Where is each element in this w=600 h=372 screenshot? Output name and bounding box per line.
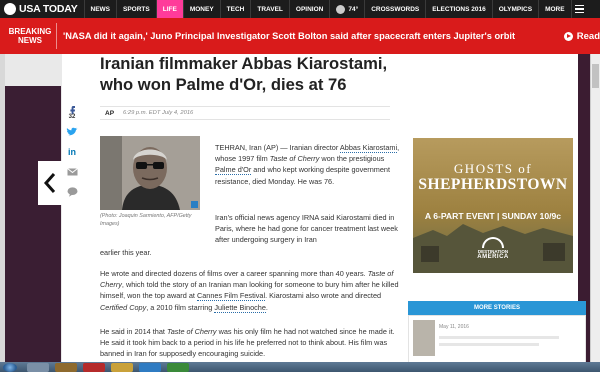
scrollbar-thumb[interactable] — [592, 64, 599, 88]
twitter-icon — [66, 127, 78, 136]
byline: AP 6:29 p.m. EDT July 4, 2016 — [100, 106, 390, 120]
taskbar-app-1[interactable] — [27, 362, 49, 372]
more-stories-item[interactable]: May 11, 2016 — [408, 315, 586, 364]
breaking-label-line1: BREAKING — [8, 27, 52, 36]
p4-text-a: He said in 2014 that — [100, 327, 167, 336]
p1-film-title: Taste of Cherry — [269, 154, 320, 164]
paragraph-4: He said in 2014 that Taste of Cherry was… — [100, 326, 400, 360]
p4-film-title: Taste of Cherry — [166, 327, 217, 336]
comment-icon — [67, 187, 77, 197]
p2-text: Iran's official news agency IRNA said Ki… — [215, 213, 398, 245]
taskbar-app-4[interactable] — [111, 362, 133, 372]
menu-icon[interactable] — [572, 0, 588, 18]
p1-text-c: won the prestigious — [319, 154, 385, 164]
breaking-news-label: BREAKING NEWS — [0, 27, 52, 45]
photo-credit: (Photo: Joaquin Sarmiento, AFP/Getty Ima… — [100, 213, 192, 227]
linkedin-icon: in — [68, 147, 76, 157]
facebook-share-button[interactable]: 32 — [62, 103, 82, 121]
paragraph-3: He wrote and directed dozens of films ov… — [100, 268, 400, 313]
taskbar-app-5[interactable] — [139, 362, 161, 372]
breaking-headline[interactable]: 'NASA did it again,' Juno Principal Inve… — [63, 31, 564, 41]
share-rail: 32 in — [62, 103, 84, 223]
p3-film-title-2: Certified Copy — [100, 302, 147, 312]
taskbar-app-6[interactable] — [167, 362, 189, 372]
link-cannes-film-festival[interactable]: Cannes Film Festival — [196, 291, 266, 302]
destination-america-arch-icon — [482, 237, 504, 248]
chevron-left-icon — [43, 173, 56, 193]
paragraph-1: TEHRAN, Iran (AP) — Iranian director Abb… — [215, 142, 401, 187]
link-juliette-binoche[interactable]: Juliette Binoche — [214, 302, 266, 313]
twitter-share-button[interactable] — [62, 123, 82, 141]
breaking-read-link[interactable]: Read — [563, 30, 600, 42]
p3-text-d: , a 2010 film starring — [146, 302, 215, 312]
nav-more[interactable]: MORE — [539, 0, 572, 18]
story-date: May 11, 2016 — [439, 324, 469, 330]
nav-crosswords[interactable]: CROSSWORDS — [365, 0, 427, 18]
byline-source[interactable]: AP — [105, 110, 114, 117]
windows-taskbar — [0, 362, 600, 372]
linkedin-share-button[interactable]: in — [62, 143, 82, 161]
breaking-divider — [56, 23, 57, 49]
nav-elections[interactable]: ELECTIONS 2016 — [426, 0, 493, 18]
portrait-image — [100, 136, 200, 210]
scrollbar[interactable] — [590, 54, 600, 362]
comment-button[interactable] — [62, 183, 82, 201]
advertisement[interactable]: GHOSTS of SHEPHERDSTOWN A 6-PART EVENT |… — [413, 138, 573, 273]
previous-article-button[interactable] — [38, 161, 62, 205]
facebook-icon — [70, 105, 75, 114]
byline-date: 6:29 p.m. EDT July 4, 2016 — [123, 110, 194, 116]
breaking-label-line2: NEWS — [18, 36, 42, 45]
article-photo[interactable] — [100, 136, 200, 210]
nav-life[interactable]: LIFE — [156, 0, 184, 18]
ad-title-line1: GHOSTS of — [453, 161, 533, 176]
left-background — [5, 86, 61, 372]
weather-icon — [336, 4, 346, 14]
destination-america-logo: DESTINATION AMERICA — [473, 237, 513, 267]
story-text-placeholder — [439, 336, 559, 339]
taskbar-app-2[interactable] — [55, 362, 77, 372]
usa-today-logo[interactable]: USA TODAY — [0, 0, 85, 18]
nav-news[interactable]: NEWS — [85, 0, 117, 18]
nav-weather[interactable]: 74° — [330, 0, 366, 18]
expand-photo-icon[interactable] — [191, 201, 198, 208]
paragraph-2: Iran's official news agency IRNA said Ki… — [215, 212, 401, 246]
ad-title-line2: SHEPHERDSTOWN — [418, 176, 568, 193]
p3-text-e: . — [265, 302, 268, 312]
p3-text-c: . Kiarostami also wrote and directed — [265, 291, 382, 301]
link-abbas-kiarostami[interactable]: Abbas Kiarostami — [339, 143, 398, 153]
logo-text: USA TODAY — [19, 3, 78, 15]
taskbar-app-3[interactable] — [83, 362, 105, 372]
ad-tagline: A 6-PART EVENT | SUNDAY 10/9c — [424, 211, 562, 221]
article-title: Iranian filmmaker Abbas Kiarostami, who … — [100, 54, 388, 94]
top-nav: USA TODAY NEWS SPORTS LIFE MONEY TECH TR… — [0, 0, 600, 18]
ad-logo-line2: AMERICA — [477, 254, 509, 260]
email-icon — [66, 168, 78, 176]
paragraph-2-continued: earlier this year. — [100, 247, 400, 258]
p3-text-a: He wrote and directed dozens of films ov… — [100, 269, 368, 278]
nav-money[interactable]: MONEY — [184, 0, 221, 18]
weather-temp: 74° — [348, 5, 359, 13]
nav-opinion[interactable]: OPINION — [290, 0, 331, 18]
p1-text-a: TEHRAN, Iran (AP) — Iranian director — [215, 143, 340, 152]
link-palme-dor[interactable]: Palme d'Or — [215, 165, 252, 176]
logo-circle-icon — [4, 3, 16, 15]
nav-sports[interactable]: SPORTS — [117, 0, 157, 18]
more-stories-header[interactable]: MORE STORIES — [408, 301, 586, 315]
nav-tech[interactable]: TECH — [221, 0, 252, 18]
nav-olympics[interactable]: OLYMPICS — [493, 0, 540, 18]
breaking-news-bar[interactable]: BREAKING NEWS 'NASA did it again,' Juno … — [0, 18, 600, 54]
email-share-button[interactable] — [62, 163, 82, 181]
story-text-placeholder — [439, 343, 539, 346]
nav-travel[interactable]: TRAVEL — [251, 0, 290, 18]
story-thumbnail — [413, 320, 435, 356]
breaking-read-label: Read — [576, 30, 600, 42]
share-count: 32 — [68, 113, 76, 120]
play-circle-icon — [563, 31, 573, 41]
start-button[interactable] — [3, 362, 17, 372]
p2-text-cont: earlier this year. — [100, 248, 152, 257]
more-stories-label: MORE STORIES — [474, 305, 520, 311]
